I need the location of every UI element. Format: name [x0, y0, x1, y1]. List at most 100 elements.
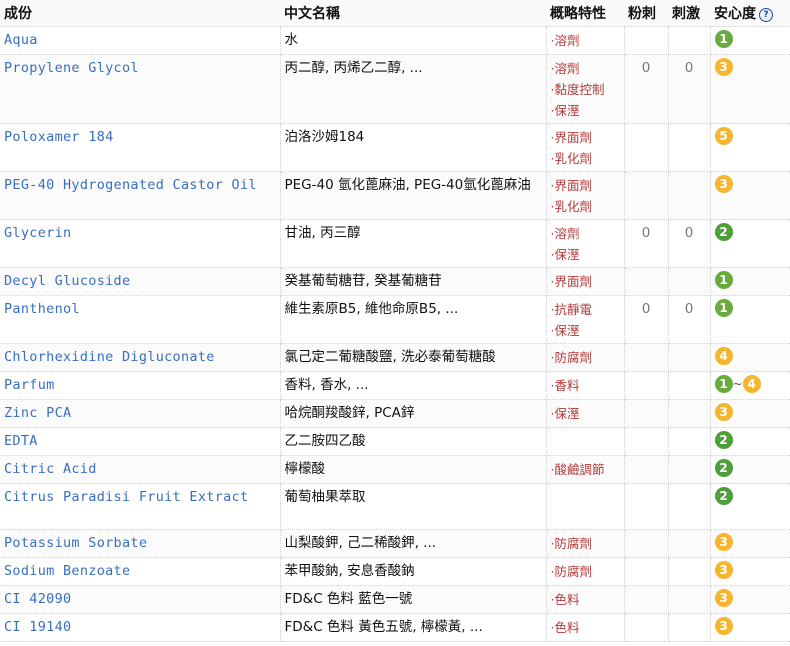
- table-header-row: 成份 中文名稱 概略特性 粉刺 刺激 安心度?: [0, 0, 790, 27]
- properties-cell: ·色料: [546, 613, 625, 642]
- irritation-score: [668, 557, 711, 586]
- property-tag: ·溶劑: [550, 33, 580, 48]
- safety-badge: 1: [714, 375, 733, 393]
- chinese-name: 氯己定二葡糖酸鹽, 洗必泰葡萄糖酸: [280, 343, 547, 372]
- acne-score: 0: [624, 219, 669, 268]
- ingredient-link[interactable]: Chlorhexidine Digluconate: [0, 343, 281, 372]
- chinese-name: 葡萄柚果萃取: [280, 483, 547, 530]
- acne-score: [624, 585, 669, 614]
- table-row: Decyl Glucoside 癸基葡萄糖苷, 癸基葡糖苷 ·界面劑 1: [0, 267, 790, 296]
- acne-score: [624, 557, 669, 586]
- table-row: Aqua 水 ·溶劑 1: [0, 26, 790, 55]
- safety-cell: 1: [710, 295, 790, 344]
- ingredient-link[interactable]: PEG-40 Hydrogenated Castor Oil: [0, 171, 281, 220]
- help-icon[interactable]: ?: [759, 8, 773, 22]
- property-tag: ·保溼: [550, 406, 580, 421]
- safety-cell: 1 ~4: [710, 371, 790, 400]
- properties-cell: ·防腐劑: [546, 529, 625, 558]
- irritation-score: [668, 529, 711, 558]
- ingredient-link[interactable]: Aqua: [0, 26, 281, 55]
- irritation-score: [668, 455, 711, 484]
- property-tag: ·界面劑: [550, 130, 592, 145]
- irritation-score: [668, 613, 711, 642]
- safety-cell: 4: [710, 343, 790, 372]
- acne-score: [624, 26, 669, 55]
- property-tag: ·溶劑: [550, 226, 580, 241]
- safety-badge: 1: [714, 271, 733, 289]
- safety-range-separator: ~: [732, 377, 743, 391]
- ingredient-link[interactable]: CI 42090: [0, 585, 281, 614]
- safety-badge: 4: [714, 347, 733, 365]
- table-row: Parfum 香料, 香水, ... ·香料 1 ~4: [0, 371, 790, 400]
- safety-cell: 3: [710, 557, 790, 586]
- ingredient-link[interactable]: Glycerin: [0, 219, 281, 268]
- irritation-score: [668, 343, 711, 372]
- ingredient-link[interactable]: Sodium Benzoate: [0, 557, 281, 586]
- ingredient-link[interactable]: Citrus Paradisi Fruit Extract: [0, 483, 281, 530]
- safety-badge: 3: [714, 403, 733, 421]
- safety-badge: 3: [714, 617, 733, 635]
- ingredient-link[interactable]: Decyl Glucoside: [0, 267, 281, 296]
- acne-score: [624, 371, 669, 400]
- property-tag: ·乳化劑: [550, 199, 592, 214]
- acne-score: [624, 399, 669, 428]
- ingredient-link[interactable]: Potassium Sorbate: [0, 529, 281, 558]
- safety-cell: 2: [710, 427, 790, 456]
- property-tag: ·界面劑: [550, 178, 592, 193]
- acne-score: [624, 427, 669, 456]
- property-tag: ·保溼: [550, 103, 580, 118]
- chinese-name: 哈烷酮羧酸鋅, PCA鋅: [280, 399, 547, 428]
- safety-badge: 5: [714, 127, 733, 145]
- safety-badge: 1: [714, 30, 733, 48]
- ingredient-link[interactable]: Parfum: [0, 371, 281, 400]
- properties-cell: [546, 483, 625, 530]
- properties-cell: ·酸鹼調節: [546, 455, 625, 484]
- irritation-score: [668, 399, 711, 428]
- ingredient-link[interactable]: Propylene Glycol: [0, 54, 281, 124]
- chinese-name: 維生素原B5, 維他命原B5, ...: [280, 295, 547, 344]
- table-row: Panthenol 維生素原B5, 維他命原B5, ... ·抗靜電 ·保溼 0 0 1: [0, 295, 790, 344]
- irritation-score: 0: [668, 54, 711, 124]
- property-tag: ·保溼: [550, 247, 580, 262]
- table-row: Chlorhexidine Digluconate 氯己定二葡糖酸鹽, 洗必泰葡萄…: [0, 343, 790, 372]
- property-tag: ·防腐劑: [550, 536, 592, 551]
- table-row: CI 42090 FD&C 色料 藍色一號 ·色料 3: [0, 585, 790, 614]
- chinese-name: 泊洛沙姆184: [280, 123, 547, 172]
- irritation-score: [668, 26, 711, 55]
- safety-cell: 2: [710, 483, 790, 530]
- safety-cell: 3: [710, 54, 790, 124]
- properties-cell: ·防腐劑: [546, 557, 625, 586]
- safety-badge: 3: [714, 561, 733, 579]
- irritation-score: [668, 427, 711, 456]
- safety-badge: 4: [742, 375, 761, 393]
- property-tag: ·色料: [550, 592, 580, 607]
- property-tag: ·抗靜電: [550, 302, 592, 317]
- irritation-score: [668, 123, 711, 172]
- table-row: CI 19140 FD&C 色料 黃色五號, 檸檬黃, ... ·色料 3: [0, 613, 790, 642]
- properties-cell: ·保溼: [546, 399, 625, 428]
- safety-cell: 3: [710, 585, 790, 614]
- ingredient-link[interactable]: EDTA: [0, 427, 281, 456]
- ingredient-link[interactable]: Panthenol: [0, 295, 281, 344]
- chinese-name: 丙二醇, 丙烯乙二醇, ...: [280, 54, 547, 124]
- property-tag: ·保溼: [550, 323, 580, 338]
- ingredient-link[interactable]: Citric Acid: [0, 455, 281, 484]
- ingredient-link[interactable]: CI 19140: [0, 613, 281, 642]
- ingredient-link[interactable]: Zinc PCA: [0, 399, 281, 428]
- acne-score: [624, 483, 669, 530]
- property-tag: ·防腐劑: [550, 350, 592, 365]
- chinese-name: 檸檬酸: [280, 455, 547, 484]
- acne-score: [624, 267, 669, 296]
- ingredient-link[interactable]: Poloxamer 184: [0, 123, 281, 172]
- acne-score: [624, 529, 669, 558]
- irritation-score: [668, 171, 711, 220]
- table-row: Citric Acid 檸檬酸 ·酸鹼調節 2: [0, 455, 790, 484]
- safety-cell: 2: [710, 455, 790, 484]
- table-row: Citrus Paradisi Fruit Extract 葡萄柚果萃取 2: [0, 483, 790, 530]
- table-row: Zinc PCA 哈烷酮羧酸鋅, PCA鋅 ·保溼 3: [0, 399, 790, 428]
- safety-cell: 3: [710, 613, 790, 642]
- properties-cell: [546, 427, 625, 456]
- chinese-name: 香料, 香水, ...: [280, 371, 547, 400]
- chinese-name: 水: [280, 26, 547, 55]
- property-tag: ·色料: [550, 620, 580, 635]
